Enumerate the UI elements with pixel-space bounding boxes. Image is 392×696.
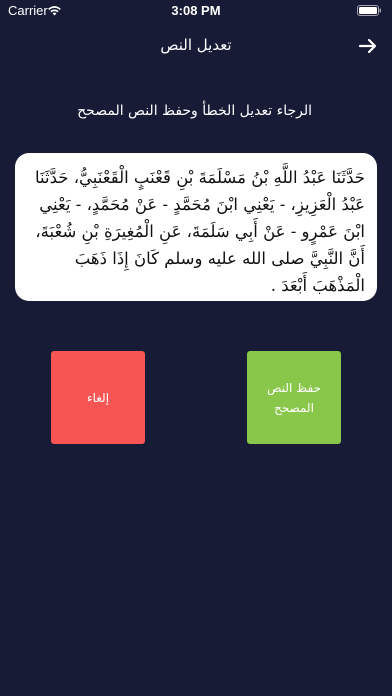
save-corrected-text-button[interactable]: حفظ النص المصحح xyxy=(247,351,341,444)
status-bar: Carrier 3:08 PM xyxy=(0,0,392,22)
hadith-text-editor[interactable]: حَدَّثَنَا عَبْدُ اللَّهِ بْنُ مَسْلَمَة… xyxy=(15,153,377,301)
cancel-button[interactable]: إلغاء xyxy=(51,351,145,444)
clock: 3:08 PM xyxy=(171,3,221,18)
page-title: تعديل النص xyxy=(160,36,232,54)
navigation-bar: تعديل النص xyxy=(0,22,392,70)
battery-icon xyxy=(357,5,381,16)
instruction-text: الرجاء تعديل الخطأ وحفظ النص المصحح xyxy=(77,103,312,119)
right-arrow-icon[interactable] xyxy=(358,36,378,56)
